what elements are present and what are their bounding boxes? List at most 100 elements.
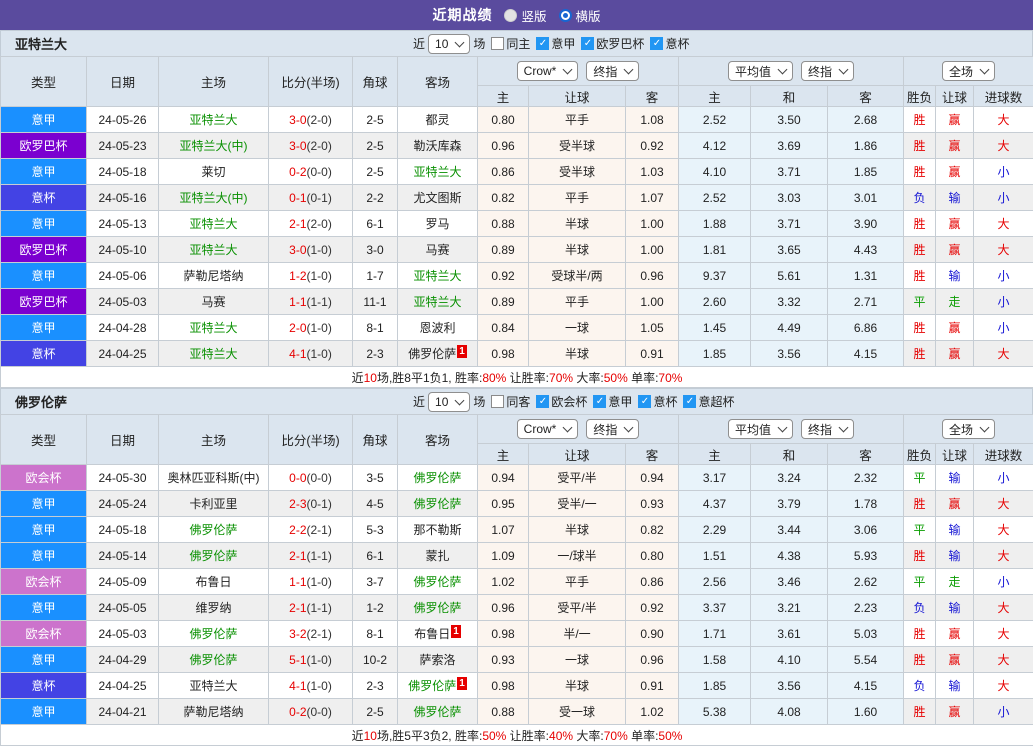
away-team: 佛罗伦萨 <box>398 491 478 517</box>
goals-result: 大 <box>974 237 1033 263</box>
avg-draw: 4.38 <box>751 543 828 569</box>
subcolumn-header: 胜负 <box>904 86 936 107</box>
same-venue-checkbox[interactable]: 同主 <box>491 35 530 52</box>
radio-vertical-layout[interactable]: 竖版 <box>504 6 546 25</box>
avg-draw: 3.24 <box>751 465 828 491</box>
summary-segment: 大率: <box>573 729 604 743</box>
odds-index-select[interactable]: 终指 <box>586 419 639 439</box>
away-team: 佛罗伦萨 <box>398 465 478 491</box>
league-filter-checkbox[interactable]: ✓意杯 <box>638 393 677 410</box>
league-filter-checkbox[interactable]: ✓意甲 <box>593 393 632 410</box>
odds-handicap: 平手 <box>529 569 626 595</box>
average-index-select[interactable]: 终指 <box>801 419 854 439</box>
league-badge: 意甲 <box>1 595 87 621</box>
odds-company-select[interactable]: Crow* <box>517 419 579 439</box>
same-venue-label: 同主 <box>506 35 530 52</box>
odds-index-select[interactable]: 终指 <box>586 61 639 81</box>
avg-away: 1.31 <box>828 263 904 289</box>
average-index-select[interactable]: 终指 <box>801 61 854 81</box>
league-filter-checkbox[interactable]: ✓欧罗巴杯 <box>581 35 644 52</box>
avg-home: 4.12 <box>679 133 751 159</box>
halftime-score: (0-1) <box>307 191 332 205</box>
fulltime-score: 4-1 <box>289 679 306 693</box>
scope-select[interactable]: 全场 <box>942 61 995 81</box>
match-date: 24-04-25 <box>87 673 159 699</box>
avg-home: 3.37 <box>679 595 751 621</box>
odds-home: 0.82 <box>478 185 529 211</box>
away-team: 萨索洛 <box>398 647 478 673</box>
summary-segment: 近 <box>352 729 364 743</box>
average-select[interactable]: 平均值 <box>728 419 793 439</box>
odds-handicap: 半球 <box>529 673 626 699</box>
avg-home: 2.52 <box>679 185 751 211</box>
home-team-name: 亚特兰大 <box>189 217 237 231</box>
away-team-name: 佛罗伦萨 <box>408 679 456 693</box>
average-group-header: 平均值终指 <box>679 57 904 86</box>
match-date: 24-05-05 <box>87 595 159 621</box>
team-name: 亚特兰大 <box>15 34 67 53</box>
home-team: 维罗纳 <box>159 595 269 621</box>
handicap-result: 赢 <box>936 237 974 263</box>
league-filter-checkbox[interactable]: ✓意超杯 <box>683 393 734 410</box>
radio-horizontal-layout[interactable]: 横版 <box>559 6 601 25</box>
summary-line: 近10场,胜5平3负2, 胜率:50% 让胜率:40% 大率:70% 单率:50… <box>1 725 1033 746</box>
column-header: 角球 <box>353 415 398 465</box>
same-venue-checkbox[interactable]: 同客 <box>491 393 530 410</box>
odds-home: 0.94 <box>478 465 529 491</box>
league-filter-checkbox[interactable]: ✓意甲 <box>536 35 575 52</box>
near-label: 近 <box>413 35 425 52</box>
league-badge: 意甲 <box>1 315 87 341</box>
away-team-name: 那不勒斯 <box>413 523 461 537</box>
halftime-score: (1-0) <box>307 321 332 335</box>
match-score: 0-1(0-1) <box>269 185 353 211</box>
avg-home: 4.10 <box>679 159 751 185</box>
odds-handicap: 半球 <box>529 211 626 237</box>
fulltime-score: 2-3 <box>289 497 306 511</box>
avg-home: 1.85 <box>679 673 751 699</box>
home-team: 亚特兰大 <box>159 211 269 237</box>
match-count-select[interactable]: 10 <box>428 392 470 412</box>
goals-result: 小 <box>974 289 1033 315</box>
column-header: 比分(半场) <box>269 415 353 465</box>
home-team-name: 莱切 <box>201 165 225 179</box>
handicap-result: 赢 <box>936 647 974 673</box>
corner-score: 6-1 <box>353 211 398 237</box>
corner-score: 2-2 <box>353 185 398 211</box>
match-score: 5-1(1-0) <box>269 647 353 673</box>
halftime-score: (1-0) <box>307 243 332 257</box>
match-count-select[interactable]: 10 <box>428 34 470 54</box>
fulltime-score: 0-0 <box>289 471 306 485</box>
summary-segment: 场,胜5平3负2, 胜率: <box>377 729 482 743</box>
odds-company-select[interactable]: Crow* <box>517 61 579 81</box>
outcome-result: 胜 <box>904 699 936 725</box>
league-filter-checkbox[interactable]: ✓意杯 <box>650 35 689 52</box>
radio-vertical-label: 竖版 <box>521 6 546 25</box>
odds-handicap: 平手 <box>529 289 626 315</box>
team-section: 佛罗伦萨近10场同客✓欧会杯✓意甲✓意杯✓意超杯类型日期主场比分(半场)角球客场… <box>0 388 1033 746</box>
league-filter-checkbox[interactable]: ✓欧会杯 <box>536 393 587 410</box>
average-select[interactable]: 平均值 <box>728 61 793 81</box>
odds-handicap: 半球 <box>529 237 626 263</box>
odds-away: 0.80 <box>626 543 679 569</box>
checkbox-checked-icon: ✓ <box>683 395 696 408</box>
column-header: 主场 <box>159 415 269 465</box>
away-team: 佛罗伦萨1 <box>398 673 478 699</box>
avg-away: 1.60 <box>828 699 904 725</box>
outcome-result: 胜 <box>904 543 936 569</box>
odds-away: 0.96 <box>626 263 679 289</box>
avg-draw: 4.49 <box>751 315 828 341</box>
corner-score: 1-7 <box>353 263 398 289</box>
home-team-name: 亚特兰大 <box>189 347 237 361</box>
home-team-name: 亚特兰大 <box>189 113 237 127</box>
odds-home: 0.96 <box>478 595 529 621</box>
league-filter-label: 欧罗巴杯 <box>596 35 644 52</box>
league-filter-label: 意杯 <box>665 35 689 52</box>
match-score: 1-2(1-0) <box>269 263 353 289</box>
match-row: 意甲24-05-13亚特兰大2-1(2-0)6-1罗马0.88半球1.001.8… <box>1 211 1033 237</box>
avg-home: 3.17 <box>679 465 751 491</box>
odds-handicap: 受平/半 <box>529 465 626 491</box>
odds-handicap: 受半/一 <box>529 491 626 517</box>
scope-select[interactable]: 全场 <box>942 419 995 439</box>
avg-away: 4.43 <box>828 237 904 263</box>
odds-handicap: 平手 <box>529 107 626 133</box>
